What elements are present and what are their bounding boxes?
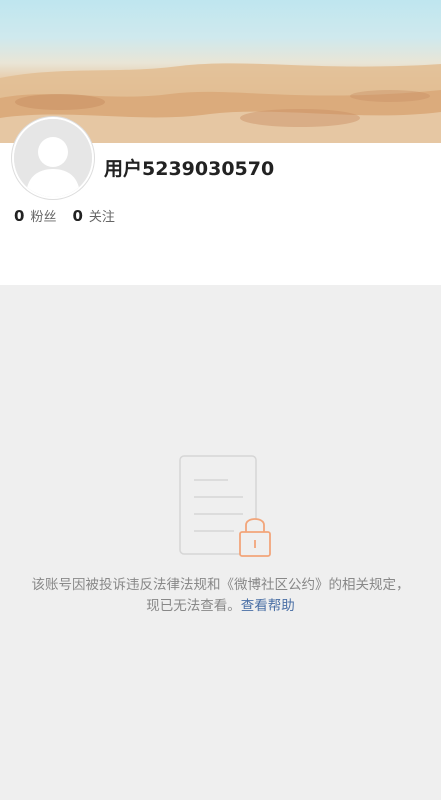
avatar[interactable] xyxy=(12,117,94,199)
default-user-icon xyxy=(14,119,92,197)
fans-count: 0 xyxy=(14,207,25,225)
stat-fans[interactable]: 0 粉丝 xyxy=(14,206,56,225)
following-count: 0 xyxy=(72,207,83,225)
account-notice: 该账号因被投诉违反法律法规和《微博社区公约》的相关规定，现已无法查看。查看帮助 xyxy=(30,575,411,617)
help-link[interactable]: 查看帮助 xyxy=(241,598,295,614)
profile-stats: 0 粉丝 0 关注 xyxy=(14,206,115,225)
fans-label: 粉丝 xyxy=(30,210,57,225)
locked-document-icon xyxy=(176,454,274,558)
notice-message: 该账号因被投诉违反法律法规和《微博社区公约》的相关规定，现已无法查看。 xyxy=(31,577,410,614)
stat-following[interactable]: 0 关注 xyxy=(72,206,114,225)
username: 用户5239030570 xyxy=(104,158,275,180)
following-label: 关注 xyxy=(88,210,115,225)
